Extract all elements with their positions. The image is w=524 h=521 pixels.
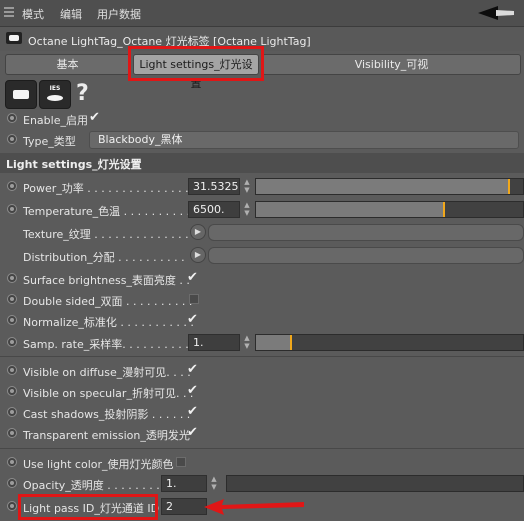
row-cast-shadows: Cast shadows_投射阴影 . . . . . . ✔	[0, 403, 524, 423]
menu-mode[interactable]: 模式	[22, 6, 44, 22]
type-label: Type_类型	[23, 135, 76, 148]
samp-rate-stepper-icon[interactable]: ▲ ▼	[240, 334, 254, 351]
tab-visibility[interactable]: Visibility_可视	[262, 54, 521, 75]
row-power: Power_功率 . . . . . . . . . . . . . . . 3…	[0, 177, 524, 197]
back-arrow-icon[interactable]	[476, 4, 516, 22]
opacity-slider[interactable]	[226, 475, 524, 492]
opacity-stepper-icon[interactable]: ▲ ▼	[207, 475, 221, 492]
surface-brightness-label: Surface brightness_表面亮度 . .	[23, 274, 190, 287]
highlight-box-light-pass	[18, 494, 158, 520]
transparent-emission-checkbox-icon[interactable]: ✔	[187, 426, 201, 440]
row-texture: Texture_纹理 . . . . . . . . . . . . . . ▶	[0, 223, 524, 243]
radio-samp-rate[interactable]	[7, 337, 17, 347]
radio-visible-diffuse[interactable]	[7, 365, 17, 375]
use-light-color-label: Use light color_使用灯光颜色	[23, 458, 174, 471]
radio-cast-shadows[interactable]	[7, 407, 17, 417]
menu-user-data[interactable]: 用户数据	[97, 6, 141, 22]
cast-shadows-checkbox-icon[interactable]: ✔	[187, 405, 201, 419]
help-icon[interactable]: ?	[76, 80, 89, 107]
power-stepper-icon[interactable]: ▲ ▼	[240, 178, 254, 195]
octane-light-tag-icon	[6, 32, 22, 44]
temperature-stepper-icon[interactable]: ▲ ▼	[240, 201, 254, 218]
ies-icon-label: IES	[50, 85, 61, 92]
radio-power[interactable]	[7, 181, 17, 191]
nav-arrows	[476, 4, 516, 25]
texture-label: Texture_纹理 . . . . . . . . . . . . . .	[23, 228, 189, 241]
area-light-button[interactable]	[5, 80, 37, 109]
visible-specular-checkbox-icon[interactable]: ✔	[187, 384, 201, 398]
radio-type[interactable]	[7, 134, 17, 144]
temperature-label: Temperature_色温 . . . . . . . . . .	[23, 205, 191, 218]
row-temperature: Temperature_色温 . . . . . . . . . . 6500.…	[0, 200, 524, 220]
radio-opacity[interactable]	[7, 478, 17, 488]
row-double-sided: Double sided_双面 . . . . . . . . . .	[0, 290, 524, 310]
divider	[0, 448, 524, 449]
cast-shadows-label: Cast shadows_投射阴影 . . . . . .	[23, 408, 191, 421]
samp-rate-input[interactable]: 1.	[188, 334, 240, 351]
visible-diffuse-label: Visible on diffuse_漫射可见. . . .	[23, 366, 191, 379]
visible-specular-label: Visible on specular_折射可见. . .	[23, 387, 194, 400]
radio-temperature[interactable]	[7, 204, 17, 214]
row-transparent-emission: Transparent emission_透明发光 ✔	[0, 424, 524, 444]
enable-checkbox-icon[interactable]: ✔	[89, 111, 103, 125]
row-surface-brightness: Surface brightness_表面亮度 . . ✔	[0, 269, 524, 289]
normalize-label: Normalize_标准化 . . . . . . . . . . .	[23, 316, 194, 329]
row-samp-rate: Samp. rate_采样率. . . . . . . . . . . 1. ▲…	[0, 333, 524, 353]
ies-icon: IES	[47, 85, 63, 101]
opacity-input[interactable]: 1.	[161, 475, 207, 492]
radio-light-pass-id[interactable]	[7, 501, 17, 511]
area-light-icon	[13, 90, 29, 99]
radio-use-light-color[interactable]	[7, 457, 17, 467]
row-distribution: Distribution_分配 . . . . . . . . . . ▶	[0, 246, 524, 266]
samp-rate-label: Samp. rate_采样率. . . . . . . . . . .	[23, 338, 196, 351]
row-normalize: Normalize_标准化 . . . . . . . . . . . ✔	[0, 311, 524, 331]
menu-bar: 模式 编辑 用户数据	[0, 0, 524, 27]
double-sided-label: Double sided_双面 . . . . . . . . . .	[23, 295, 193, 308]
row-visible-specular: Visible on specular_折射可见. . . ✔	[0, 382, 524, 402]
radio-normalize[interactable]	[7, 315, 17, 325]
red-arrow-icon	[204, 499, 304, 515]
texture-slot[interactable]	[208, 224, 524, 241]
ies-light-button[interactable]: IES	[39, 80, 71, 109]
distribution-menu-icon[interactable]: ▶	[190, 247, 206, 263]
surface-brightness-checkbox-icon[interactable]: ✔	[187, 271, 201, 285]
section-title: Light settings_灯光设置	[6, 158, 142, 171]
distribution-slot[interactable]	[208, 247, 524, 264]
radio-enable[interactable]	[7, 113, 17, 123]
temperature-input[interactable]: 6500.	[188, 201, 240, 218]
transparent-emission-label: Transparent emission_透明发光	[23, 429, 190, 442]
distribution-label: Distribution_分配 . . . . . . . . . .	[23, 251, 185, 264]
temperature-slider[interactable]	[255, 201, 524, 218]
double-sided-checkbox[interactable]	[189, 294, 199, 304]
enable-label: Enable_启用	[23, 114, 88, 127]
row-visible-diffuse: Visible on diffuse_漫射可见. . . . ✔	[0, 361, 524, 381]
radio-transparent-emission[interactable]	[7, 428, 17, 438]
samp-rate-slider[interactable]	[255, 334, 524, 351]
power-label: Power_功率 . . . . . . . . . . . . . . .	[23, 182, 189, 195]
radio-double-sided[interactable]	[7, 294, 17, 304]
power-slider[interactable]	[255, 178, 524, 195]
normalize-checkbox-icon[interactable]: ✔	[187, 313, 201, 327]
highlight-box-tab	[128, 46, 264, 81]
divider	[0, 356, 524, 357]
texture-menu-icon[interactable]: ▶	[190, 224, 206, 240]
row-use-light-color: Use light color_使用灯光颜色	[0, 453, 524, 473]
menu-edit[interactable]: 编辑	[60, 6, 82, 22]
row-type: Type_类型 Blackbody_黑体	[0, 130, 524, 150]
use-light-color-checkbox[interactable]	[176, 457, 186, 467]
tab-basic[interactable]: 基本	[5, 54, 130, 75]
section-light-settings: Light settings_灯光设置	[0, 153, 524, 173]
radio-visible-specular[interactable]	[7, 386, 17, 396]
type-dropdown[interactable]: Blackbody_黑体	[89, 131, 519, 149]
power-input[interactable]: 31.53256	[188, 178, 240, 195]
row-enable: Enable_启用 ✔	[0, 109, 524, 129]
visible-diffuse-checkbox-icon[interactable]: ✔	[187, 363, 201, 377]
grip-icon[interactable]	[4, 7, 14, 19]
row-opacity: Opacity_透明度 . . . . . . . . . . . . 1. ▲…	[0, 474, 524, 494]
radio-surface-brightness[interactable]	[7, 273, 17, 283]
